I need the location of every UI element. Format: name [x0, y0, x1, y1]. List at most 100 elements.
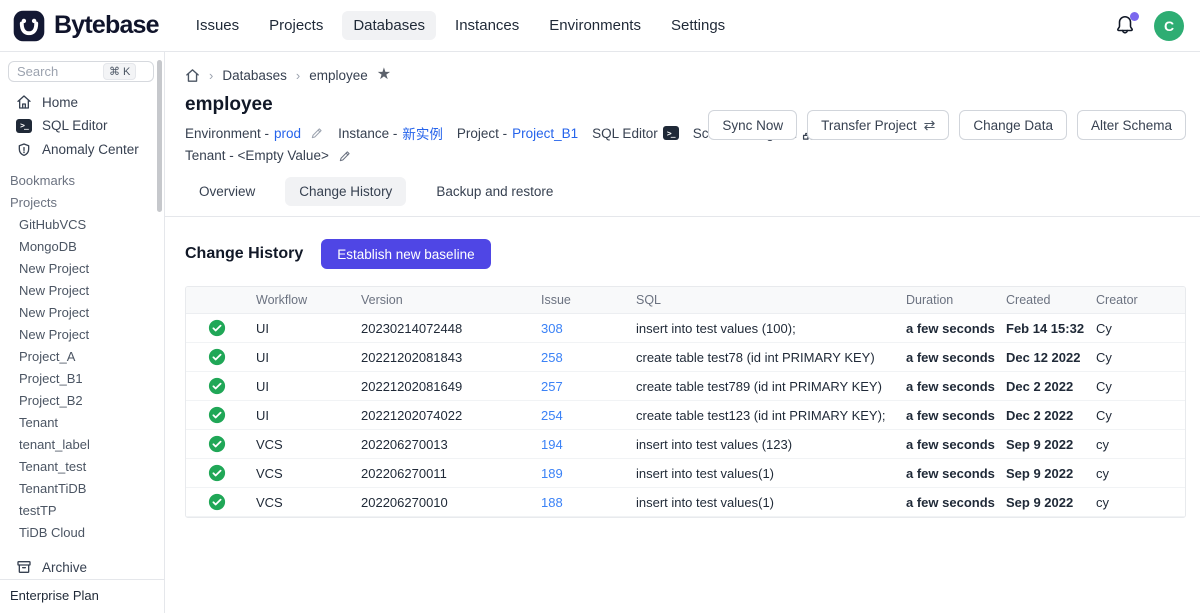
search-box[interactable]: ⌘ K	[8, 61, 154, 82]
nav-item[interactable]: Instances	[444, 11, 530, 40]
nav-item[interactable]: Issues	[185, 11, 250, 40]
establish-baseline-button[interactable]: Establish new baseline	[321, 239, 490, 269]
sidebar-project-item[interactable]: testTP	[0, 499, 164, 521]
created-cell: Dec 2 2022	[998, 408, 1088, 423]
nav-item[interactable]: Projects	[258, 11, 334, 40]
project-link[interactable]: Project_B1	[512, 126, 578, 141]
creator-cell: cy	[1088, 466, 1185, 481]
success-check-icon	[208, 348, 226, 366]
tab[interactable]: Overview	[185, 177, 269, 206]
version-cell: 202206270010	[353, 495, 533, 510]
table-row[interactable]: VCS 202206270011 189 insert into test va…	[186, 459, 1185, 488]
sidebar-project-item[interactable]: GitHubVCS	[0, 213, 164, 235]
edit-pencil-icon[interactable]	[338, 149, 352, 163]
table-header-cell: Duration	[898, 293, 998, 307]
sidebar-project-item[interactable]: TenantTiDB	[0, 477, 164, 499]
tabs-bar: Overview Change History Backup and resto…	[165, 177, 1200, 217]
sidebar-project-item[interactable]: New Project	[0, 279, 164, 301]
creator-cell: Cy	[1088, 350, 1185, 365]
action-button[interactable]: Change Data	[959, 110, 1067, 140]
brand[interactable]: Bytebase	[12, 9, 159, 43]
breadcrumb-databases[interactable]: Databases	[222, 68, 287, 83]
success-check-icon	[208, 435, 226, 453]
workflow-cell: UI	[248, 408, 353, 423]
enterprise-plan-link[interactable]: Enterprise Plan	[0, 580, 164, 613]
table-row[interactable]: VCS 202206270010 188 insert into test va…	[186, 488, 1185, 517]
section-title: Change History	[185, 245, 303, 263]
issue-link[interactable]: 189	[541, 466, 563, 481]
table-row[interactable]: VCS 202206270013 194 insert into test va…	[186, 430, 1185, 459]
sql-editor-icon: >_	[663, 126, 679, 140]
sidebar-project-item[interactable]: Project_B2	[0, 389, 164, 411]
version-cell: 20230214072448	[353, 321, 533, 336]
sidebar-item-label: Archive	[42, 560, 87, 575]
issue-link[interactable]: 188	[541, 495, 563, 510]
status-cell	[186, 319, 248, 337]
success-check-icon	[208, 319, 226, 337]
sidebar-scrollbar[interactable]	[157, 60, 162, 212]
sidebar-item-anomaly-center[interactable]: Anomaly Center	[0, 138, 164, 162]
issue-link[interactable]: 254	[541, 408, 563, 423]
status-cell	[186, 377, 248, 395]
action-button[interactable]: Alter Schema	[1077, 110, 1186, 140]
workflow-cell: VCS	[248, 437, 353, 452]
table-row[interactable]: UI 20221202081649 257 create table test7…	[186, 372, 1185, 401]
issue-link[interactable]: 308	[541, 321, 563, 336]
search-input[interactable]	[17, 64, 99, 79]
sidebar-item-archive[interactable]: Archive	[0, 555, 164, 579]
edit-pencil-icon[interactable]	[310, 126, 324, 140]
duration-cell: a few seconds	[898, 379, 998, 394]
tab[interactable]: Backup and restore	[422, 177, 567, 206]
nav-item[interactable]: Environments	[538, 11, 652, 40]
created-cell: Feb 14 15:32	[998, 321, 1088, 336]
home-icon[interactable]	[185, 68, 200, 83]
table-row[interactable]: UI 20230214072448 308 insert into test v…	[186, 314, 1185, 343]
action-button[interactable]: Sync Now	[708, 110, 797, 140]
status-cell	[186, 435, 248, 453]
table-header-row: Workflow Version Issue SQL Duration Crea…	[186, 287, 1185, 314]
breadcrumb-employee[interactable]: employee	[309, 68, 368, 83]
sidebar-project-item[interactable]: tenant_label	[0, 433, 164, 455]
workflow-cell: UI	[248, 321, 353, 336]
sidebar-item-sql-editor[interactable]: >_ SQL Editor	[0, 114, 164, 138]
table-row[interactable]: UI 20221202081843 258 create table test7…	[186, 343, 1185, 372]
issue-link[interactable]: 194	[541, 437, 563, 452]
table-header-cell: Created	[998, 293, 1088, 307]
created-cell: Sep 9 2022	[998, 437, 1088, 452]
nav-item[interactable]: Databases	[342, 11, 436, 40]
sidebar-project-item[interactable]: Tenant_test	[0, 455, 164, 477]
primary-nav: Issues Projects Databases Instances Envi…	[185, 11, 736, 40]
favorite-star-icon[interactable]: ★	[377, 67, 391, 83]
page-head: employee Environment - prod Instance - 新…	[185, 94, 1186, 163]
avatar[interactable]: C	[1154, 11, 1184, 41]
issue-link[interactable]: 257	[541, 379, 563, 394]
tenant-meta: Tenant - <Empty Value>	[185, 148, 352, 163]
sidebar-project-item[interactable]: Tenant	[0, 411, 164, 433]
sql-cell: insert into test values (100);	[628, 321, 898, 336]
sidebar-project-item[interactable]: New Project	[0, 323, 164, 345]
environment-meta: Environment - prod	[185, 126, 324, 141]
tab[interactable]: Change History	[285, 177, 406, 206]
nav-item[interactable]: Settings	[660, 11, 736, 40]
sidebar-project-item[interactable]: New Project	[0, 301, 164, 323]
sidebar-project-item[interactable]: TiDB Cloud	[0, 521, 164, 543]
table-row[interactable]: UI 20221202074022 254 create table test1…	[186, 401, 1185, 430]
action-button[interactable]: Transfer Project ⇄	[807, 110, 949, 140]
sidebar-project-item[interactable]: MongoDB	[0, 235, 164, 257]
table-header-cell: Version	[353, 293, 533, 307]
notification-dot	[1130, 12, 1139, 21]
sidebar-project-item[interactable]: Project_A	[0, 345, 164, 367]
created-cell: Sep 9 2022	[998, 466, 1088, 481]
sidebar-project-item[interactable]: New Project	[0, 257, 164, 279]
environment-link[interactable]: prod	[274, 126, 301, 141]
sidebar-project-item[interactable]: Project_B1	[0, 367, 164, 389]
notifications-button[interactable]	[1114, 14, 1138, 38]
sql-cell: create table test78 (id int PRIMARY KEY)	[628, 350, 898, 365]
issue-link[interactable]: 258	[541, 350, 563, 365]
created-cell: Sep 9 2022	[998, 495, 1088, 510]
sidebar-item-home[interactable]: Home	[0, 90, 164, 114]
instance-link[interactable]: 新实例	[402, 123, 443, 143]
sql-editor-shortcut[interactable]: SQL Editor >_	[592, 126, 679, 141]
meta-line-2: Tenant - <Empty Value>	[185, 148, 1186, 163]
breadcrumb-separator: ›	[296, 68, 300, 83]
